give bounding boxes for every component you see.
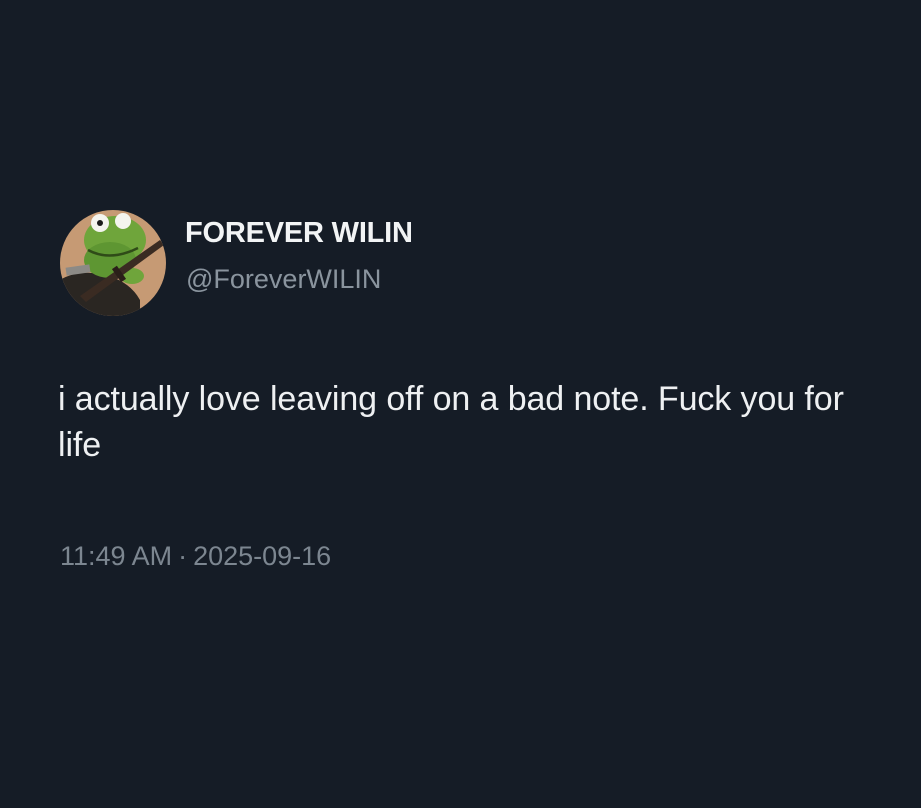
frog-avatar-icon bbox=[60, 210, 166, 316]
author-display-name[interactable]: FOREVER WILIN bbox=[185, 217, 413, 250]
tweet-card: FOREVER WILIN @ForeverWILIN i actually l… bbox=[0, 0, 921, 808]
tweet-date[interactable]: 2025-09-16 bbox=[193, 541, 331, 571]
author-handle[interactable]: @ForeverWILIN bbox=[186, 264, 381, 295]
avatar[interactable] bbox=[60, 210, 166, 316]
tweet-meta: 11:49 AM · 2025-09-16 bbox=[60, 541, 331, 572]
tweet-text: i actually love leaving off on a bad not… bbox=[58, 380, 844, 464]
tweet-time[interactable]: 11:49 AM bbox=[60, 541, 172, 571]
meta-separator: · bbox=[178, 541, 188, 571]
